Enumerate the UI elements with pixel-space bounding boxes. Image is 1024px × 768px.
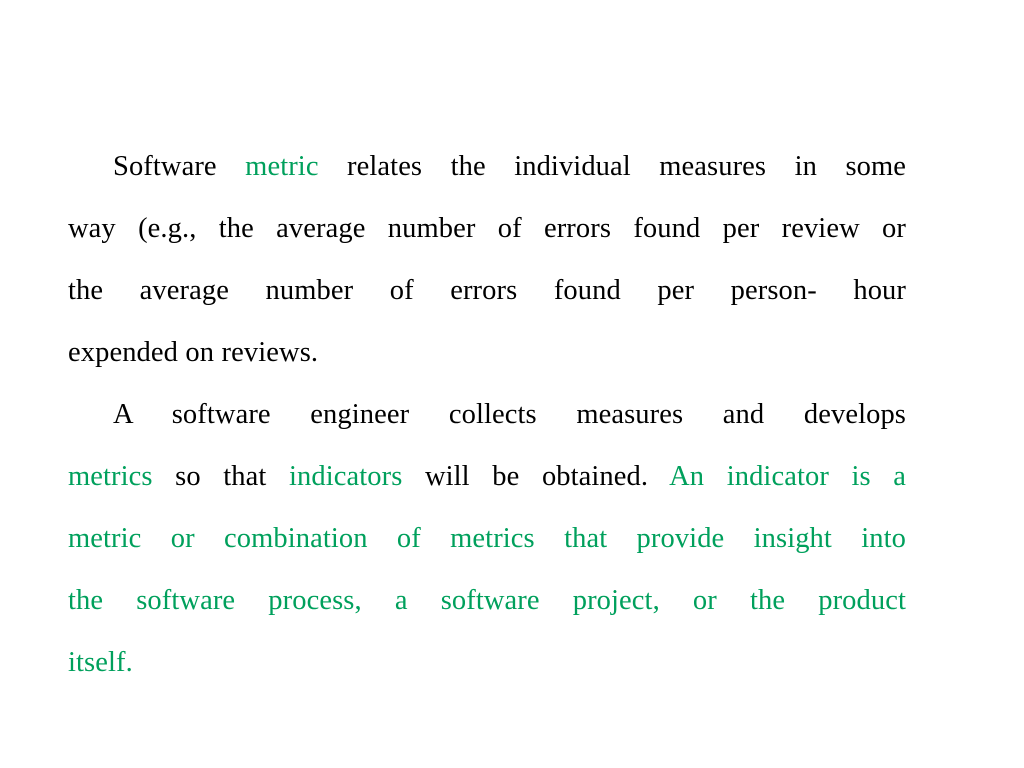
text-run: relates the individual measures in some	[318, 151, 907, 182]
text-line-6: metrics so that indicators will be obtai…	[68, 446, 906, 508]
paragraph-indicator-definition: A software engineer collects measures an…	[68, 384, 906, 694]
text-line-2: way (e.g., the average number of errors …	[68, 198, 906, 260]
text-run: An indicator is a	[669, 461, 907, 492]
text-run: way (e.g., the average number of errors …	[68, 213, 906, 244]
slide-canvas: Software metric relates the individual m…	[0, 0, 1024, 768]
text-run: A software engineer collects measures an…	[113, 399, 906, 430]
text-run: will be obtained.	[402, 461, 670, 492]
slide-body-text: Software metric relates the individual m…	[68, 136, 906, 694]
text-run: metric	[245, 151, 319, 182]
text-line-1: Software metric relates the individual m…	[68, 136, 906, 198]
text-line-3: the average number of errors found per p…	[68, 260, 906, 322]
text-run: metrics	[68, 461, 153, 492]
text-run: the software process, a software project…	[68, 585, 906, 616]
text-line-7: metric or combination of metrics that pr…	[68, 508, 906, 570]
text-line-5: A software engineer collects measures an…	[68, 384, 906, 446]
paragraph-metric-definition: Software metric relates the individual m…	[68, 136, 906, 384]
text-run: the average number of errors found per p…	[68, 275, 906, 306]
text-run: metric or combination of metrics that pr…	[68, 523, 906, 554]
text-line-9: itself.	[68, 632, 906, 694]
text-run: itself.	[68, 647, 133, 678]
text-line-8: the software process, a software project…	[68, 570, 906, 632]
text-line-4: expended on reviews.	[68, 322, 906, 384]
text-run: Software	[113, 151, 246, 182]
text-run: indicators	[289, 461, 403, 492]
text-run: so that	[152, 461, 289, 492]
text-run: expended on reviews.	[68, 337, 319, 368]
